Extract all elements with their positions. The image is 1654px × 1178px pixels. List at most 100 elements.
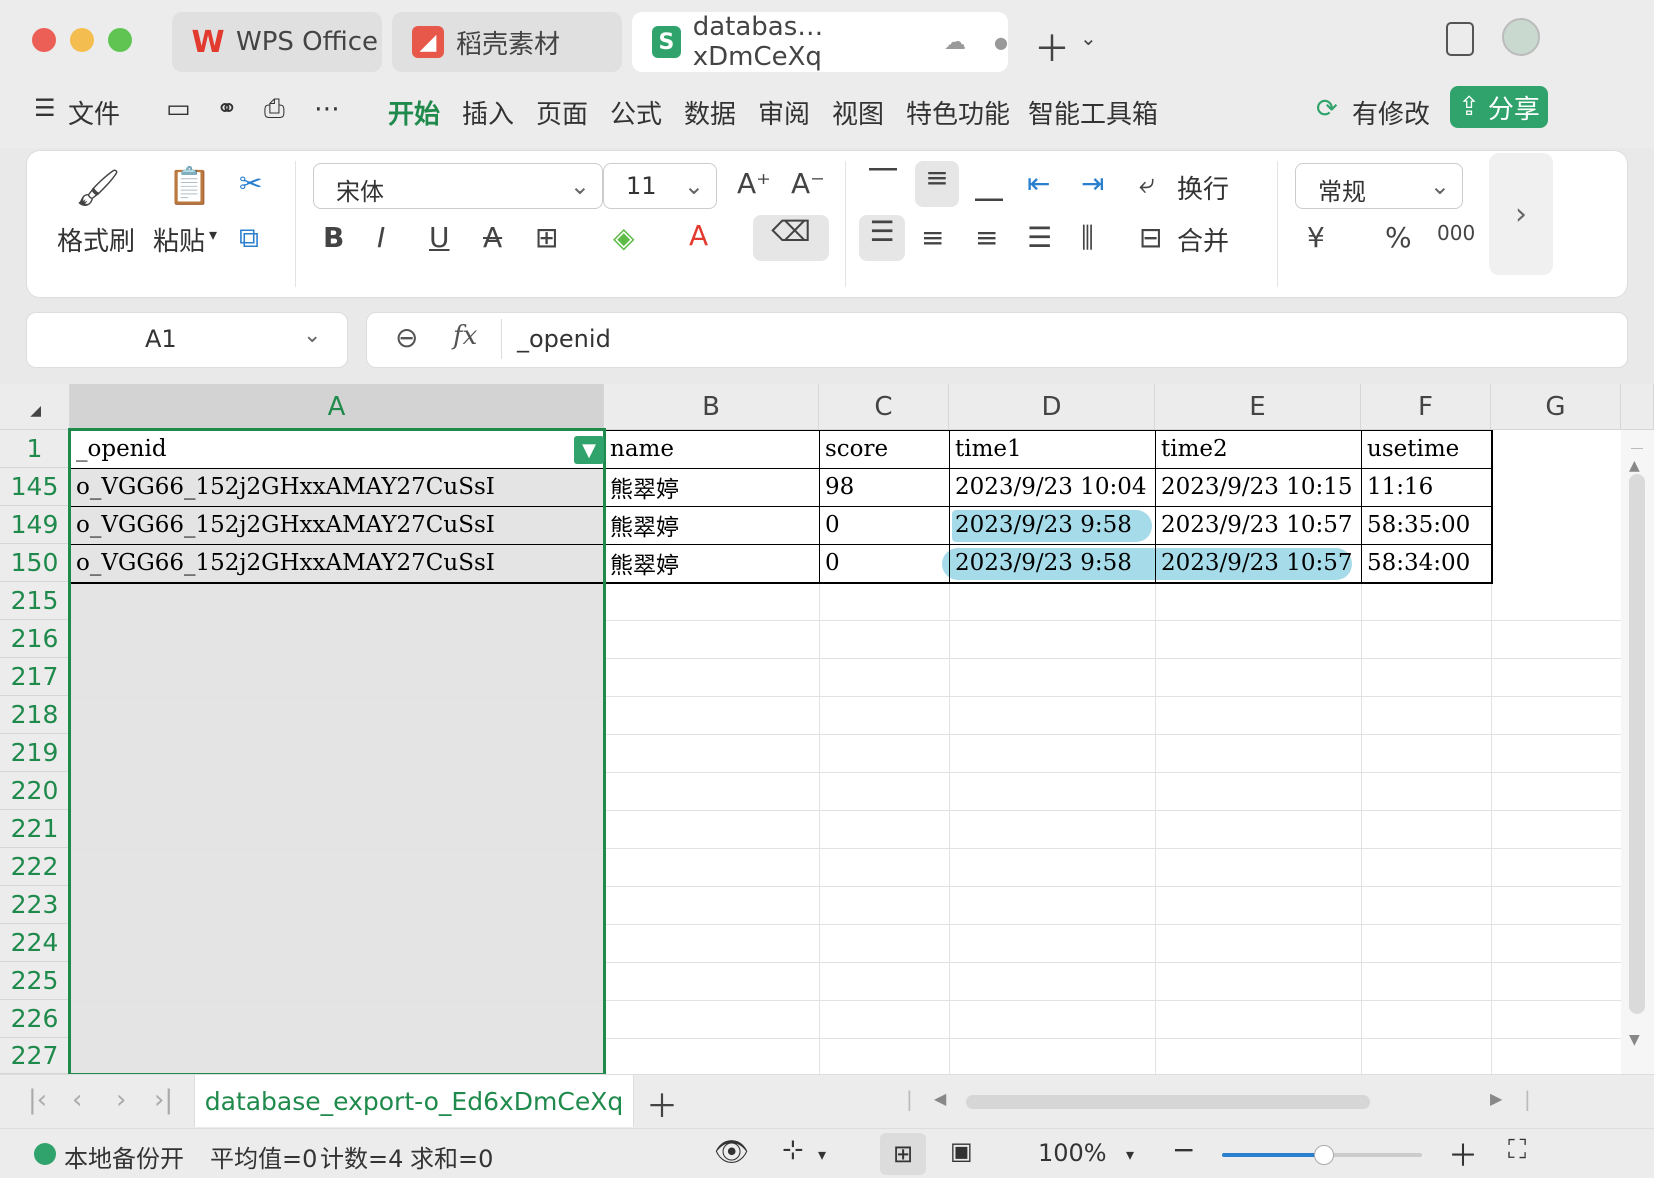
scroll-up-icon[interactable]: ▲ bbox=[1629, 458, 1640, 474]
decrease-indent-icon[interactable]: ⇤ bbox=[1027, 167, 1050, 200]
next-sheet-icon[interactable]: › bbox=[116, 1085, 126, 1115]
clear-format-icon[interactable]: ⌫ bbox=[753, 215, 829, 261]
cell-D150[interactable]: 2023/9/23 9:58 bbox=[949, 544, 1155, 582]
copy-icon[interactable]: ⧉ bbox=[239, 221, 259, 255]
cell-F149[interactable]: 58:35:00 bbox=[1361, 506, 1491, 544]
print-icon[interactable]: ⎙ bbox=[264, 94, 285, 125]
zoom-dropdown-icon[interactable]: ▾ bbox=[1126, 1145, 1134, 1164]
zoom-level[interactable]: 100% bbox=[1038, 1139, 1107, 1167]
tab-list-chevron-icon[interactable]: ⌄ bbox=[1080, 26, 1097, 50]
strikethrough-icon[interactable]: A bbox=[483, 221, 502, 254]
tab-insert[interactable]: 插入 bbox=[462, 94, 514, 131]
tab-smart-tools[interactable]: 智能工具箱 bbox=[1028, 94, 1158, 131]
align-top-icon[interactable]: ⎺ bbox=[869, 165, 897, 199]
row-header[interactable]: 145 bbox=[0, 468, 70, 506]
vertical-scroll-thumb[interactable] bbox=[1629, 474, 1645, 1014]
cell-F1[interactable]: usetime bbox=[1361, 430, 1491, 468]
font-name-dropdown[interactable]: 宋体 ⌄ bbox=[313, 163, 603, 209]
row-header[interactable]: 220 bbox=[0, 772, 70, 810]
align-left-icon[interactable]: ☰ bbox=[859, 215, 905, 261]
add-sheet-icon[interactable]: ＋ bbox=[646, 1081, 678, 1127]
row-header[interactable]: 223 bbox=[0, 886, 70, 924]
row-header[interactable]: 218 bbox=[0, 696, 70, 734]
cell-B1[interactable]: name bbox=[604, 430, 819, 468]
formula-bar[interactable]: ⊖ fx _openid bbox=[366, 312, 1628, 368]
select-all-corner[interactable]: ◢ bbox=[0, 384, 70, 430]
vertical-scrollbar[interactable]: ▲ ▼ bbox=[1621, 430, 1654, 1074]
tab-docer[interactable]: ◢ 稻壳素材 bbox=[392, 12, 622, 72]
scroll-left-icon[interactable]: ◀ bbox=[934, 1089, 946, 1108]
cell-E150[interactable]: 2023/9/23 10:57 bbox=[1155, 544, 1361, 582]
merge-cells-icon[interactable]: ⊟ bbox=[1139, 221, 1162, 254]
function-icon[interactable]: fx bbox=[453, 321, 477, 351]
tab-home[interactable]: 开始 bbox=[388, 94, 440, 131]
minimize-window-button[interactable] bbox=[70, 28, 94, 52]
prev-sheet-icon[interactable]: ‹ bbox=[72, 1085, 82, 1115]
column-header-F[interactable]: F bbox=[1361, 384, 1491, 430]
row-header[interactable]: 216 bbox=[0, 620, 70, 658]
row-header[interactable]: 150 bbox=[0, 544, 70, 582]
fill-color-icon[interactable]: ◈ bbox=[613, 221, 635, 254]
scroll-right-icon[interactable]: ▶ bbox=[1490, 1089, 1502, 1108]
paste-icon[interactable]: 📋 bbox=[167, 165, 212, 207]
chevron-down-icon[interactable]: ▾ bbox=[818, 1145, 826, 1164]
tab-wps-office[interactable]: W WPS Office bbox=[172, 12, 382, 72]
bold-icon[interactable]: B bbox=[323, 221, 344, 254]
distribute-icon[interactable]: ⫼ bbox=[1081, 221, 1094, 255]
menu-file[interactable]: 文件 bbox=[68, 94, 120, 131]
cell-E149[interactable]: 2023/9/23 10:57 bbox=[1155, 506, 1361, 544]
eye-icon[interactable]: 👁 bbox=[714, 1135, 750, 1168]
row-header[interactable]: 225 bbox=[0, 962, 70, 1000]
justify-icon[interactable]: ☰ bbox=[1027, 221, 1052, 254]
fullscreen-icon[interactable]: ⛶ bbox=[1508, 1135, 1526, 1166]
scroll-down-icon[interactable]: ▼ bbox=[1629, 1032, 1640, 1048]
tab-page[interactable]: 页面 bbox=[536, 94, 588, 131]
column-header-E[interactable]: E bbox=[1155, 384, 1361, 430]
tab-review[interactable]: 审阅 bbox=[758, 94, 810, 131]
underline-icon[interactable]: U bbox=[429, 221, 450, 254]
number-format-dropdown[interactable]: 常规 ⌄ bbox=[1295, 163, 1463, 209]
increase-indent-icon[interactable]: ⇥ bbox=[1081, 167, 1104, 200]
column-header-C[interactable]: C bbox=[819, 384, 949, 430]
row-header[interactable]: 222 bbox=[0, 848, 70, 886]
italic-icon[interactable]: I bbox=[377, 221, 385, 254]
zoom-out-icon[interactable]: − bbox=[1172, 1133, 1195, 1166]
horizontal-scroll-thumb[interactable] bbox=[966, 1095, 1370, 1109]
font-size-dropdown[interactable]: 11 ⌄ bbox=[603, 163, 717, 209]
tab-data[interactable]: 数据 bbox=[684, 94, 736, 131]
cell-E1[interactable]: time2 bbox=[1155, 430, 1361, 468]
cell-F145[interactable]: 11:16 bbox=[1361, 468, 1491, 506]
wrap-text-icon[interactable]: ⤶ bbox=[1139, 167, 1155, 201]
avatar[interactable] bbox=[1502, 18, 1540, 56]
thousands-separator-icon[interactable]: 000 bbox=[1437, 221, 1475, 245]
row-header[interactable]: 224 bbox=[0, 924, 70, 962]
zoom-in-icon[interactable]: ＋ bbox=[1448, 1131, 1478, 1175]
percent-icon[interactable]: % bbox=[1385, 221, 1412, 254]
first-sheet-icon[interactable]: |‹ bbox=[28, 1085, 47, 1115]
column-header-G[interactable]: G bbox=[1491, 384, 1621, 430]
save-icon[interactable]: ▭ bbox=[166, 94, 191, 124]
focus-mode-icon[interactable]: ⊹ bbox=[782, 1135, 804, 1165]
format-painter-label[interactable]: 格式刷 bbox=[57, 221, 135, 258]
sheet-tab-active[interactable]: database_export-o_Ed6xDmCeXq bbox=[194, 1075, 634, 1127]
cell-C145[interactable]: 98 bbox=[819, 468, 949, 506]
align-center-icon[interactable]: ≡ bbox=[921, 221, 944, 254]
font-color-icon[interactable]: A bbox=[689, 219, 708, 252]
merge-cells-label[interactable]: 合并 bbox=[1177, 221, 1229, 258]
row-header[interactable]: 221 bbox=[0, 810, 70, 848]
cell-C150[interactable]: 0 bbox=[819, 544, 949, 582]
cell-B145[interactable]: 熊翠婷 bbox=[604, 468, 819, 506]
new-tab-icon[interactable]: ＋ bbox=[1034, 20, 1070, 72]
increase-font-icon[interactable]: A⁺ bbox=[737, 167, 771, 200]
tab-special[interactable]: 特色功能 bbox=[906, 94, 1010, 131]
row-header[interactable]: 215 bbox=[0, 582, 70, 620]
row-header[interactable]: 227 bbox=[0, 1038, 70, 1074]
zoom-slider-handle[interactable] bbox=[1314, 1145, 1334, 1165]
align-bottom-icon[interactable]: ⎽ bbox=[975, 169, 1003, 203]
hamburger-icon[interactable]: ☰ bbox=[34, 94, 56, 122]
close-window-button[interactable] bbox=[32, 28, 56, 52]
cell-E145[interactable]: 2023/9/23 10:15 bbox=[1155, 468, 1361, 506]
cut-icon[interactable]: ✂ bbox=[239, 167, 262, 200]
modified-status[interactable]: 有修改 bbox=[1352, 94, 1430, 131]
last-sheet-icon[interactable]: ›| bbox=[154, 1085, 173, 1115]
